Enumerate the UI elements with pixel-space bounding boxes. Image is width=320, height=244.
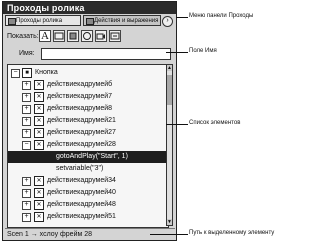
tree-row-label: действиекадрумей48: [47, 201, 116, 208]
scroll-down-arrow-icon[interactable]: ▼: [167, 219, 172, 225]
tree-row[interactable]: + ✕ действиекадрумей27: [8, 127, 166, 139]
action-script-icon: [83, 32, 91, 40]
tree-row[interactable]: + ✕ действиекадрумейб: [8, 79, 166, 91]
tree-row-label: действиекадрумей27: [47, 129, 116, 136]
frame-action-icon: ✕: [34, 92, 44, 102]
tree-row[interactable]: + ✕ действиекадрумей34: [8, 175, 166, 187]
callout-element-path: Путь к выделенному элементу: [189, 230, 275, 236]
expand-toggle[interactable]: −: [22, 141, 31, 150]
expand-toggle[interactable]: +: [22, 189, 31, 198]
tree-row[interactable]: + ✕ действиекадрумей48: [8, 199, 166, 211]
tree-row-label: действиекадрумей34: [47, 177, 116, 184]
scroll-up-arrow-icon[interactable]: ▲: [167, 65, 172, 71]
tree-row[interactable]: + ✕ действиекадрумей51: [8, 211, 166, 223]
show-buttons-button[interactable]: [53, 30, 65, 42]
expand-toggle[interactable]: +: [22, 117, 31, 126]
tree-row-label: действиекадрумей51: [47, 213, 116, 220]
graphic-symbol-icon: [69, 32, 77, 40]
expand-toggle[interactable]: +: [22, 129, 31, 138]
show-video-button[interactable]: [95, 30, 107, 42]
tree-row-label: действиекадрумей8: [47, 105, 113, 112]
tab-icon: [8, 18, 16, 25]
show-label: Показать:: [7, 33, 39, 40]
panel-title: Проходы ролика: [3, 2, 176, 14]
tab-icon: [86, 18, 94, 25]
tree-row[interactable]: + ✕ действиекадрумей8: [8, 103, 166, 115]
expand-toggle[interactable]: +: [22, 105, 31, 114]
expand-toggle[interactable]: +: [22, 177, 31, 186]
show-actions-button[interactable]: [81, 30, 93, 42]
frame-action-icon: ✕: [34, 104, 44, 114]
callout-panel-menu: Меню панели Проходы: [189, 13, 254, 19]
frame-action-icon: ✕: [34, 188, 44, 198]
frame-action-icon: ✕: [34, 80, 44, 90]
tree-row-label: действиекадрумейб: [47, 81, 113, 88]
tree-row-label: действиекадрумей40: [47, 189, 116, 196]
tree-row-label: gotoAndPlay("Start", 1): [56, 153, 128, 160]
tree-row[interactable]: + ✕ действиекадрумей21: [8, 115, 166, 127]
show-filter-toolbar: Показать: A: [7, 30, 175, 46]
tree-row-label: действиекадрумей21: [47, 117, 116, 124]
show-graphics-button[interactable]: [67, 30, 79, 42]
tree-row-label: действиекадрумей7: [47, 93, 113, 100]
expand-toggle[interactable]: +: [22, 93, 31, 102]
movie-explorer-panel: Проходы ролика Проходы ролика Действия и…: [2, 1, 177, 241]
frame-action-icon: ✕: [34, 176, 44, 186]
tree-row[interactable]: setvariable("3"): [8, 163, 166, 175]
circle-arrow-icon: ›: [166, 17, 169, 24]
tree-row-label: Кнопка: [35, 69, 58, 76]
tab-label: Действия и выражения: [94, 18, 159, 24]
expand-toggle[interactable]: +: [22, 213, 31, 222]
panel-tabs: Проходы ролика Действия и выражения ›: [5, 15, 175, 27]
frame-action-icon: ✕: [34, 128, 44, 138]
tree-row-label: setvariable("3"): [56, 165, 104, 172]
expand-toggle[interactable]: +: [22, 81, 31, 90]
tab-actions[interactable]: Действия и выражения: [83, 15, 161, 26]
customize-filter-button[interactable]: [109, 30, 121, 42]
tree-row-selected[interactable]: gotoAndPlay("Start", 1): [8, 151, 166, 163]
expand-toggle[interactable]: −: [11, 69, 20, 78]
frame-action-icon: ✕: [34, 116, 44, 126]
tree-row[interactable]: + ✕ действиекадрумей40: [8, 187, 166, 199]
name-label: Имя:: [19, 50, 35, 57]
callout-element-list: Список элементов: [189, 120, 241, 126]
scroll-thumb[interactable]: [167, 75, 172, 105]
callout-line: [176, 17, 188, 18]
callout-line: [166, 124, 188, 125]
customize-icon: [110, 32, 120, 40]
tree-row-label: действиекадрумей28: [47, 141, 116, 148]
expand-toggle[interactable]: +: [22, 201, 31, 210]
tree-scrollbar[interactable]: ▲ ▼: [166, 64, 173, 226]
tree-row[interactable]: − ■ Кнопка: [8, 67, 166, 79]
element-tree[interactable]: − ■ Кнопка + ✕ действиекадрумейб + ✕ дей…: [7, 64, 169, 228]
panel-menu-button[interactable]: ›: [162, 16, 173, 27]
frame-action-icon: ✕: [34, 200, 44, 210]
frame-action-icon: ✕: [34, 140, 44, 150]
tab-movie-explorer[interactable]: Проходы ролика: [5, 15, 81, 26]
name-field[interactable]: [41, 48, 171, 60]
button-symbol-icon: ■: [22, 68, 32, 78]
video-icon: [96, 33, 105, 40]
name-row: Имя:: [7, 48, 175, 60]
show-text-button[interactable]: A: [39, 30, 51, 42]
frame-action-icon: ✕: [34, 212, 44, 222]
button-symbol-icon: [54, 32, 64, 40]
tree-row[interactable]: − ✕ действиекадрумей28: [8, 139, 166, 151]
tab-label: Проходы ролика: [16, 18, 63, 24]
callout-name-field: Поле Имя: [189, 48, 217, 54]
callout-line: [166, 52, 188, 53]
callout-line: [150, 234, 188, 235]
tree-row[interactable]: + ✕ действиекадрумей7: [8, 91, 166, 103]
